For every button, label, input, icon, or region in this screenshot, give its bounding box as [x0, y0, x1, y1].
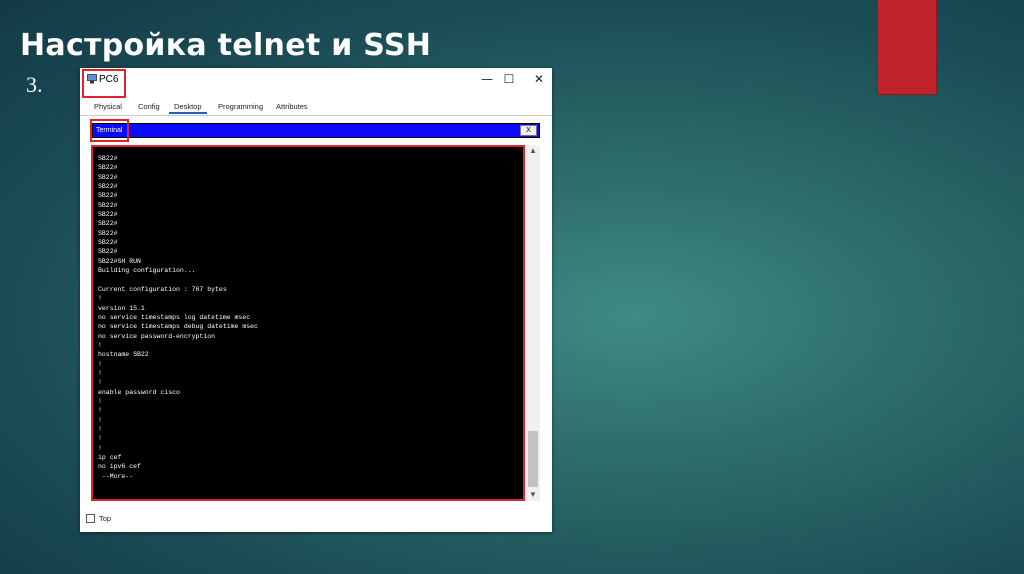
- terminal-line: Building configuration...: [98, 267, 196, 275]
- tab-bar: Physical Config Desktop Programming Attr…: [80, 99, 552, 116]
- terminal-line: no service password-encryption: [98, 332, 216, 340]
- terminal-line: !: [98, 360, 102, 368]
- terminal-line: !: [98, 369, 102, 377]
- terminal-line: SB22#: [98, 248, 118, 256]
- terminal-line: SB22#: [98, 239, 118, 247]
- terminal-line: enable password cisco: [98, 388, 180, 396]
- maximize-button[interactable]: ☐: [500, 71, 518, 88]
- pc6-window: PC6 — ☐ ✕ Physical Config Desktop Progra…: [80, 68, 552, 532]
- terminal-line: ip cef: [98, 454, 122, 461]
- terminal-header: Terminal X: [92, 123, 540, 138]
- scroll-thumb[interactable]: [528, 431, 538, 487]
- terminal-line: hostname SB22: [98, 351, 149, 359]
- scroll-down-icon[interactable]: ▼: [526, 489, 540, 501]
- window-titlebar[interactable]: PC6 — ☐ ✕: [80, 68, 552, 92]
- terminal-line: SB22#: [98, 229, 118, 237]
- close-button[interactable]: ✕: [530, 71, 548, 88]
- terminal-line: SB22#: [98, 211, 118, 219]
- terminal-line: version 15.1: [98, 304, 145, 312]
- minimize-button[interactable]: —: [478, 71, 496, 88]
- top-checkbox-label: Top: [99, 514, 112, 523]
- pc-icon: [87, 74, 97, 84]
- terminal-line: --More--: [98, 472, 134, 480]
- terminal-line: !: [98, 435, 102, 443]
- terminal-close-button[interactable]: X: [520, 125, 537, 136]
- terminal-area: SB22# SB22# SB22# SB22# SB22# SB22# SB22# SB22#…: [92, 145, 540, 501]
- terminal-line: SB22#: [98, 220, 118, 228]
- terminal-line: SB22#SH RUN: [98, 257, 141, 265]
- terminal-line: !: [98, 379, 102, 387]
- terminal-line: !: [98, 425, 102, 433]
- tab-physical[interactable]: Physical: [89, 99, 127, 114]
- terminal-line: no service timestamps log datetime msec: [98, 313, 251, 321]
- terminal-line: !: [98, 444, 102, 452]
- tab-config[interactable]: Config: [133, 99, 165, 114]
- terminal-line: Current configuration : 767 bytes: [98, 285, 227, 293]
- terminal-scrollbar[interactable]: ▲ ▼: [526, 145, 540, 501]
- step-number: 3.: [26, 72, 43, 97]
- terminal-console[interactable]: SB22# SB22# SB22# SB22# SB22# SB22# SB22# SB22#…: [92, 145, 524, 501]
- terminal-header-label: Terminal: [96, 127, 123, 134]
- terminal-line: SB22#: [98, 192, 118, 200]
- terminal-line: !: [98, 397, 102, 405]
- terminal-line: SB22#: [98, 155, 118, 162]
- window-title: PC6: [99, 74, 119, 85]
- tab-attributes[interactable]: Attributes: [271, 99, 313, 114]
- tab-programming[interactable]: Programming: [213, 99, 268, 114]
- slide-title: Настройка telnet и SSH: [20, 28, 432, 63]
- scroll-up-icon[interactable]: ▲: [526, 145, 540, 157]
- terminal-line: SB22#: [98, 164, 118, 172]
- terminal-line: no service timestamps debug datetime mse…: [98, 323, 258, 331]
- top-checkbox[interactable]: [86, 514, 95, 523]
- terminal-line: SB22#: [98, 201, 118, 209]
- terminal-line: !: [98, 407, 102, 415]
- decorative-red-bar: [878, 0, 936, 94]
- terminal-line: !: [98, 416, 102, 424]
- terminal-line: !: [98, 295, 102, 303]
- terminal-line: SB22#: [98, 183, 118, 191]
- terminal-line: no ipv6 cef: [98, 463, 141, 471]
- terminal-line: !: [98, 341, 102, 349]
- tab-desktop[interactable]: Desktop: [169, 99, 207, 114]
- terminal-line: SB22#: [98, 173, 118, 181]
